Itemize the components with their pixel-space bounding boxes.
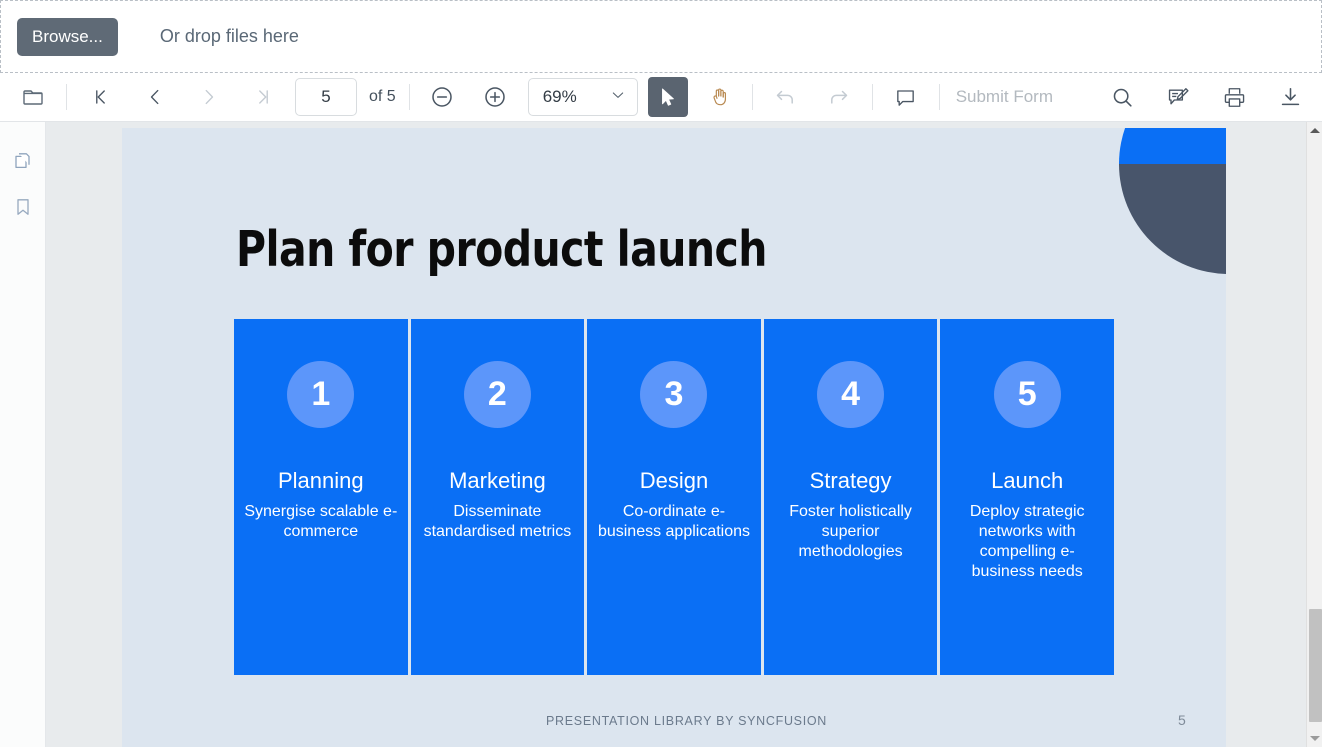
- step-number-badge: 3: [640, 361, 708, 428]
- step-card: 3 Design Co-ordinate e-business applicat…: [587, 319, 761, 675]
- scrollbar-thumb[interactable]: [1309, 609, 1322, 722]
- toolbar-divider-1: [66, 84, 67, 110]
- scroll-up-button[interactable]: [1307, 122, 1322, 139]
- step-card: 5 Launch Deploy strategic networks with …: [940, 319, 1114, 675]
- pdf-toolbar: of 5 69%: [0, 73, 1322, 122]
- step-card-title: Planning: [277, 468, 364, 493]
- step-card-title: Strategy: [809, 468, 892, 493]
- file-dropzone[interactable]: Browse... Or drop files here: [0, 0, 1322, 73]
- step-card-description: Synergise scalable e-commerce: [244, 503, 398, 541]
- pan-tool-button[interactable]: [700, 77, 740, 117]
- step-card-description: Disseminate standardised metrics: [423, 503, 572, 541]
- sidebar-rail: [0, 122, 46, 747]
- step-number-badge: 2: [463, 361, 531, 428]
- slide-page: Plan for product launch 1 Planning Syner…: [122, 128, 1226, 747]
- comment-button[interactable]: [886, 77, 926, 117]
- undo-button[interactable]: [765, 77, 805, 117]
- step-card-title: Launch: [991, 468, 1064, 493]
- step-card: 4 Strategy Foster holistically superior …: [763, 319, 938, 675]
- step-card-description: Deploy strategic networks with compellin…: [969, 503, 1085, 580]
- vertical-scrollbar[interactable]: [1306, 122, 1322, 747]
- slide-title: Plan for product launch: [236, 221, 767, 278]
- step-card: 2 Marketing Disseminate standardised met…: [410, 319, 585, 675]
- next-page-button[interactable]: [189, 77, 229, 117]
- download-button[interactable]: [1270, 77, 1310, 117]
- triangle-down-icon: [1310, 736, 1320, 741]
- slide-footer-text: PRESENTATION LIBRARY BY SYNCFUSION: [546, 714, 828, 728]
- previous-page-button[interactable]: [135, 77, 175, 117]
- steps-card-row: 1 Planning Synergise scalable e-commerce…: [234, 319, 1114, 675]
- scroll-down-button[interactable]: [1307, 730, 1322, 747]
- toolbar-divider-3: [751, 84, 753, 110]
- triangle-up-icon: [1310, 128, 1320, 133]
- step-card-description: Co-ordinate e-business applications: [597, 503, 751, 541]
- toolbar-divider-4: [871, 84, 873, 110]
- step-number-badge: 5: [993, 361, 1061, 428]
- page-number-input[interactable]: [295, 78, 357, 116]
- page-thumbnails-icon: [11, 149, 35, 178]
- browse-button[interactable]: Browse...: [17, 17, 118, 56]
- dropzone-hint-label: Or drop files here: [159, 26, 299, 46]
- last-page-button[interactable]: [243, 77, 283, 117]
- sidebar-item-bookmarks[interactable]: [0, 186, 46, 232]
- step-number-badge: 4: [817, 361, 885, 428]
- zoom-level-select[interactable]: 69%: [527, 78, 638, 116]
- print-button[interactable]: [1214, 77, 1254, 117]
- zoom-out-button[interactable]: [422, 77, 462, 117]
- zoom-in-button[interactable]: [475, 77, 515, 117]
- toolbar-divider-2: [408, 84, 410, 110]
- sidebar-item-thumbnails[interactable]: [0, 140, 46, 186]
- step-number-badge: 1: [287, 361, 355, 428]
- annotation-button[interactable]: [1158, 77, 1198, 117]
- open-file-button[interactable]: [13, 77, 53, 117]
- step-card: 1 Planning Synergise scalable e-commerce: [234, 319, 408, 675]
- zoom-level-value: 69%: [542, 87, 577, 106]
- select-tool-button[interactable]: [647, 77, 688, 117]
- pdf-viewer-canvas[interactable]: Plan for product launch 1 Planning Syner…: [46, 122, 1306, 747]
- chevron-down-icon: [610, 87, 626, 108]
- slide-page-number: 5: [1178, 712, 1186, 728]
- search-button[interactable]: [1102, 77, 1142, 117]
- toolbar-divider-5: [938, 84, 940, 110]
- step-card-title: Design: [639, 468, 709, 493]
- redo-button[interactable]: [819, 77, 859, 117]
- first-page-button[interactable]: [81, 77, 121, 117]
- bookmark-icon: [11, 195, 35, 224]
- step-card-title: Marketing: [449, 468, 546, 493]
- submit-form-label[interactable]: Submit Form: [956, 87, 1053, 107]
- decorative-leaf-shape: [1119, 128, 1226, 274]
- step-card-description: Foster holistically superior methodologi…: [789, 503, 912, 560]
- page-total-label: of 5: [369, 88, 396, 105]
